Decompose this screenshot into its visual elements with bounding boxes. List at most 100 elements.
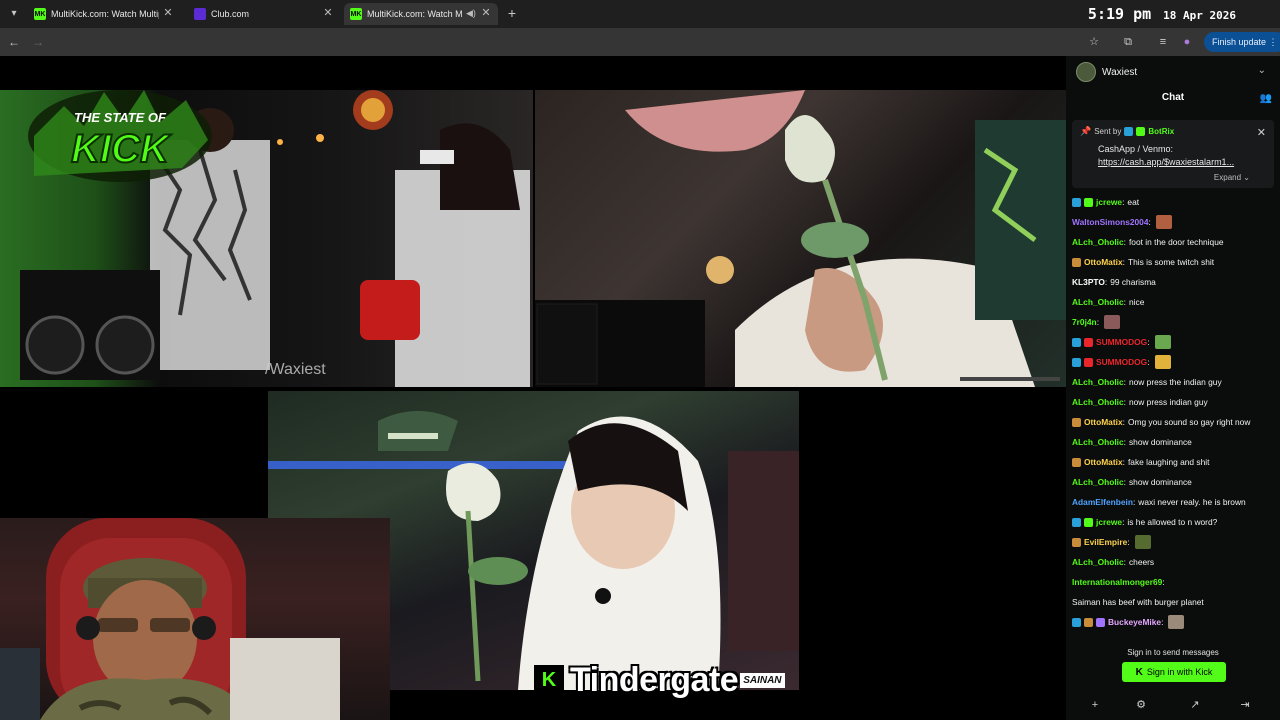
chat-panel: Waxiest ⌄ Chat 👥 📌 Sent by BotRix CashAp… [1066,56,1280,720]
chat-message: ALch_Oholic: now press the indian guy [1072,372,1276,392]
chat-separator: : [1104,277,1108,287]
back-icon[interactable]: ← [6,34,22,50]
chat-separator: : [1123,557,1126,567]
reading-list-icon[interactable]: ≡ [1155,34,1171,50]
users-icon[interactable]: 👥 [1260,93,1272,104]
chat-message-text: Omg you sound so gay right now [1127,417,1251,427]
pinned-link[interactable]: https://cash.app/$waxiestalarm1... [1098,157,1234,167]
chat-message-text: is he allowed to n word? [1127,517,1218,527]
tab-multikick-active[interactable]: MK MultiKick.com: Watch Multi ◀) ✕ [344,3,498,25]
chat-username[interactable]: 7r0j4n [1072,312,1097,332]
user-badge-icon [1072,257,1081,267]
signin-button[interactable]: K Sign in with Kick [1122,662,1226,682]
bookmark-star-icon[interactable]: ☆ [1086,34,1102,50]
user-badge-icon [1084,337,1093,347]
close-icon[interactable]: ✕ [162,7,174,19]
chat-username[interactable]: Internationalmonger69 [1072,572,1162,592]
chat-username[interactable]: OttoMatix [1084,252,1123,272]
user-badge-icon [1072,417,1081,427]
stream-feed-top-right[interactable] [535,90,1066,387]
expand-label: Expand [1213,173,1242,182]
chat-username[interactable]: ALch_Oholic [1072,552,1124,572]
forward-icon[interactable]: → [30,34,46,50]
pinned-bot-name[interactable]: BotRix [1148,127,1174,136]
user-badge-icon [1084,357,1093,367]
popout-icon[interactable]: ↗ [1188,698,1202,712]
chat-separator: : [1096,317,1100,327]
clock-date: 18 Apr 2026 [1163,9,1236,22]
close-icon[interactable]: ✕ [1257,126,1266,139]
chat-title: Chat [1161,92,1185,103]
chat-username[interactable]: ALch_Oholic [1072,372,1124,392]
emote-icon [1134,535,1151,549]
chat-separator: : [1127,537,1130,547]
exit-icon[interactable]: ⇥ [1238,698,1252,712]
chat-message-text: cheers [1128,557,1155,567]
chevron-down-icon[interactable]: ⌄ [1258,65,1266,76]
settings-icon[interactable]: ⚙ [1134,698,1148,712]
tab-label: MultiKick.com: Watch Multi [367,9,463,19]
chat-message-text: eat [1127,197,1140,207]
signin-prompt: Sign in to send messages [1127,648,1219,657]
chat-username[interactable]: AdamElfenbein [1072,492,1133,512]
profile-icon[interactable]: ● [1179,34,1195,50]
chat-username[interactable]: ALch_Oholic [1072,472,1124,492]
user-badge-icon [1084,517,1093,527]
pinned-line1: CashApp / Venmo: [1098,144,1174,154]
state-of-kick-logo: THE STATE OF KICK [24,84,216,184]
finish-update-button[interactable]: Finish update ⋮ [1204,32,1280,52]
chat-separator: : [1123,297,1126,307]
extensions-icon[interactable]: ⧉ [1120,34,1136,50]
tab-search-icon[interactable]: ▾ [6,6,22,22]
chat-username[interactable]: SUMMODOG [1096,332,1147,352]
chat-separator: : [1123,237,1126,247]
channel-name[interactable]: Waxiest [1102,67,1137,78]
chat-username[interactable]: OttoMatix [1084,412,1123,432]
multikick-favicon-icon: MK [350,8,362,20]
tab-multikick-1[interactable]: MK MultiKick.com: Watch Multiple ✕ [28,3,180,25]
bot-badge-icon [1124,127,1134,136]
chat-message-text: now press the indian guy [1128,377,1222,387]
user-badge-icon [1072,537,1081,547]
chat-username[interactable]: EvilEmpire [1084,532,1127,552]
chat-messages: jcrewe: eat WaltonSimons2004: ALch_Oholic: f… [1072,192,1276,632]
close-icon[interactable]: ✕ [322,7,334,19]
chat-username[interactable]: KL3PTO [1072,272,1105,292]
expand-button[interactable]: Expand ⌄ [1214,173,1250,182]
chat-username[interactable]: OttoMatix [1084,452,1123,472]
chat-username[interactable]: ALch_Oholic [1072,392,1124,412]
chat-message: ALch_Oholic: now press indian guy [1072,392,1276,412]
chat-separator: : [1122,257,1125,267]
caption-bar: K Tindergate SAINAN [534,661,785,699]
chat-username[interactable]: jcrewe [1096,512,1122,532]
chat-username[interactable]: ALch_Oholic [1072,232,1124,252]
new-tab-icon[interactable]: + [504,5,520,21]
chat-message-text: now press indian guy [1128,397,1208,407]
user-badge-icon [1072,337,1081,347]
chat-separator: : [1122,517,1125,527]
chat-separator: : [1162,577,1165,587]
chat-message-text: Saiman has beef with burger planet [1072,597,1204,607]
chat-message: OttoMatix: Omg you sound so gay right now [1072,412,1276,432]
chat-message-text: foot in the door technique [1128,237,1224,247]
chat-username[interactable]: ALch_Oholic [1072,432,1124,452]
chat-header: Waxiest ⌄ [1066,56,1280,88]
chat-message: jcrewe: is he allowed to n word? [1072,512,1276,532]
chat-username[interactable]: WaltonSimons2004 [1072,212,1148,232]
club-favicon-icon [194,8,206,20]
close-icon[interactable]: ✕ [480,7,492,19]
avatar[interactable] [1076,62,1096,82]
chat-message-text: This is some twitch shit [1127,257,1215,267]
add-user-icon[interactable]: + [1088,698,1102,712]
chat-username[interactable]: BuckeyeMike [1108,612,1161,632]
chat-separator: : [1122,197,1125,207]
multikick-favicon-icon: MK [34,8,46,20]
speaker-icon[interactable]: ◀) [466,7,476,19]
chat-message: ALch_Oholic: nice [1072,292,1276,312]
chat-username[interactable]: ALch_Oholic [1072,292,1124,312]
kick-k-icon: K [1135,666,1143,678]
tab-club[interactable]: Club.com ✕ [188,3,340,25]
chat-username[interactable]: jcrewe [1096,192,1122,212]
chat-username[interactable]: SUMMODOG [1096,352,1147,372]
chat-message-text: show dominance [1128,437,1192,447]
